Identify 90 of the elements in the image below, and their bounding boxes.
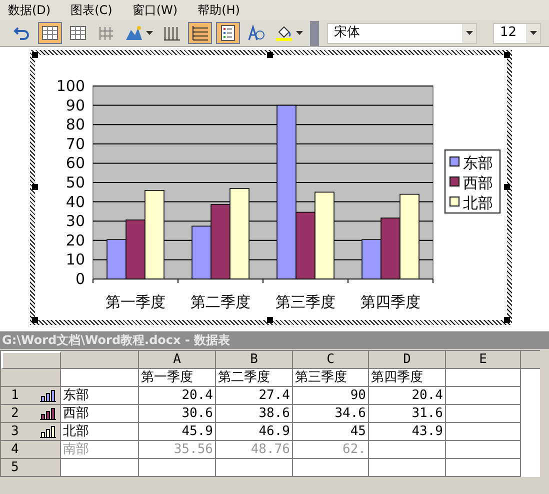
- table-cell: 90: [293, 387, 369, 405]
- resize-handle[interactable]: [504, 317, 510, 323]
- category-label: 第四季度: [360, 293, 420, 311]
- y-tick-label: 30: [66, 212, 85, 230]
- table-cell: 45.9: [139, 423, 216, 441]
- resize-handle[interactable]: [267, 317, 273, 323]
- legend: [444, 150, 500, 214]
- table-cell: 35.56: [139, 441, 216, 459]
- caret-icon: [296, 31, 303, 35]
- table-cell: 62.: [293, 441, 369, 459]
- legend-label: 北部: [463, 194, 493, 212]
- legend-label: 东部: [463, 154, 493, 172]
- resize-handle[interactable]: [32, 317, 38, 323]
- column-header[interactable]: C: [293, 351, 369, 369]
- legend-icon: [219, 24, 237, 42]
- table-cell: 31.6: [369, 405, 446, 423]
- rotated-text-icon: [247, 24, 265, 42]
- table-cell: 第三季度: [293, 369, 369, 387]
- y-tick-label: 90: [66, 96, 85, 114]
- table-cell: 20.4: [369, 387, 446, 405]
- paint-bucket-icon: [275, 24, 293, 42]
- table-cell: 第一季度: [139, 369, 216, 387]
- menu-item[interactable]: 窗口(W): [132, 1, 178, 19]
- font-name: 宋体: [334, 24, 360, 42]
- columns-icon: [163, 24, 181, 42]
- font-size: 12: [500, 24, 517, 42]
- row-header[interactable]: 1: [1, 387, 61, 405]
- menu-item[interactable]: 帮助(H): [198, 1, 240, 19]
- table-icon: [41, 24, 59, 42]
- table-cell: 43.9: [369, 423, 446, 441]
- table-cell: 北部: [61, 423, 139, 441]
- menu-item[interactable]: 数据(D): [8, 1, 51, 19]
- category-label: 第三季度: [276, 293, 336, 311]
- y-tick-label: 10: [66, 250, 85, 269]
- y-tick-label: 60: [66, 154, 85, 172]
- font-select[interactable]: 宋体: [327, 22, 477, 44]
- table-cell: 西部: [61, 405, 139, 423]
- table-cell: 南部: [61, 441, 139, 459]
- y-tick-label: 80: [66, 116, 85, 134]
- column-header[interactable]: B: [216, 351, 293, 369]
- toolbar-button[interactable]: [216, 22, 240, 44]
- mountain-chart-icon: [125, 24, 143, 42]
- resize-handle[interactable]: [32, 52, 38, 58]
- dropdown-arrow-icon: [530, 31, 536, 35]
- resize-handle[interactable]: [267, 52, 273, 58]
- column-header[interactable]: [521, 351, 540, 369]
- table-cell: 48.76: [216, 441, 293, 459]
- row-header[interactable]: 2: [1, 405, 61, 423]
- caret-icon: [146, 31, 153, 35]
- column-header[interactable]: [61, 351, 139, 369]
- table-cell: 34.6: [293, 405, 369, 423]
- row-header[interactable]: 5: [1, 459, 61, 477]
- table-cell: 30.6: [139, 405, 216, 423]
- grid-icon: [97, 24, 115, 42]
- y-tick-label: 70: [66, 134, 85, 153]
- y-tick-label: 40: [66, 192, 85, 211]
- menu-item[interactable]: 图表(C): [70, 1, 112, 19]
- table-cell: 东部: [61, 387, 139, 405]
- category-label: 第二季度: [190, 293, 250, 311]
- column-header[interactable]: E: [446, 351, 521, 369]
- toolbar-button[interactable]: [38, 22, 62, 44]
- y-tick-label: 100: [56, 77, 85, 95]
- table-icon: [69, 24, 87, 42]
- column-header[interactable]: D: [369, 351, 446, 369]
- font-size-select[interactable]: 12: [493, 22, 541, 44]
- row-header[interactable]: [1, 369, 61, 387]
- row-header[interactable]: 3: [1, 423, 61, 441]
- category-label: 第一季度: [106, 293, 166, 311]
- dropdown-arrow-icon: [466, 31, 472, 35]
- y-tick-label: 0: [75, 270, 85, 288]
- corner-header[interactable]: [1, 351, 61, 369]
- table-cell: 45: [293, 423, 369, 441]
- toolbar-button[interactable]: [188, 22, 212, 44]
- chart-frame[interactable]: 0 10 20 30 40 50 60 70 80 90 100 第一季度 第二季度 第三季度 第四季度 东部 西部 北部: [30, 50, 512, 325]
- column-header[interactable]: A: [139, 351, 216, 369]
- table-cell: 27.4: [216, 387, 293, 405]
- row-header[interactable]: 4: [1, 441, 61, 459]
- table-cell: 46.9: [216, 423, 293, 441]
- y-tick-label: 50: [66, 174, 85, 192]
- table-cell: 第二季度: [216, 369, 293, 387]
- datasheet-title: G:\Word文档\Word教程.docx - 数据表: [0, 332, 549, 349]
- y-tick-label: 20: [66, 231, 85, 250]
- table-cell: 20.4: [139, 387, 216, 405]
- table-cell: 第四季度: [369, 369, 446, 387]
- legend-label: 西部: [463, 174, 493, 192]
- rows-icon: [191, 24, 209, 42]
- resize-handle[interactable]: [32, 184, 38, 190]
- table-cell: 38.6: [216, 405, 293, 423]
- resize-handle[interactable]: [504, 184, 510, 190]
- resize-handle[interactable]: [504, 52, 510, 58]
